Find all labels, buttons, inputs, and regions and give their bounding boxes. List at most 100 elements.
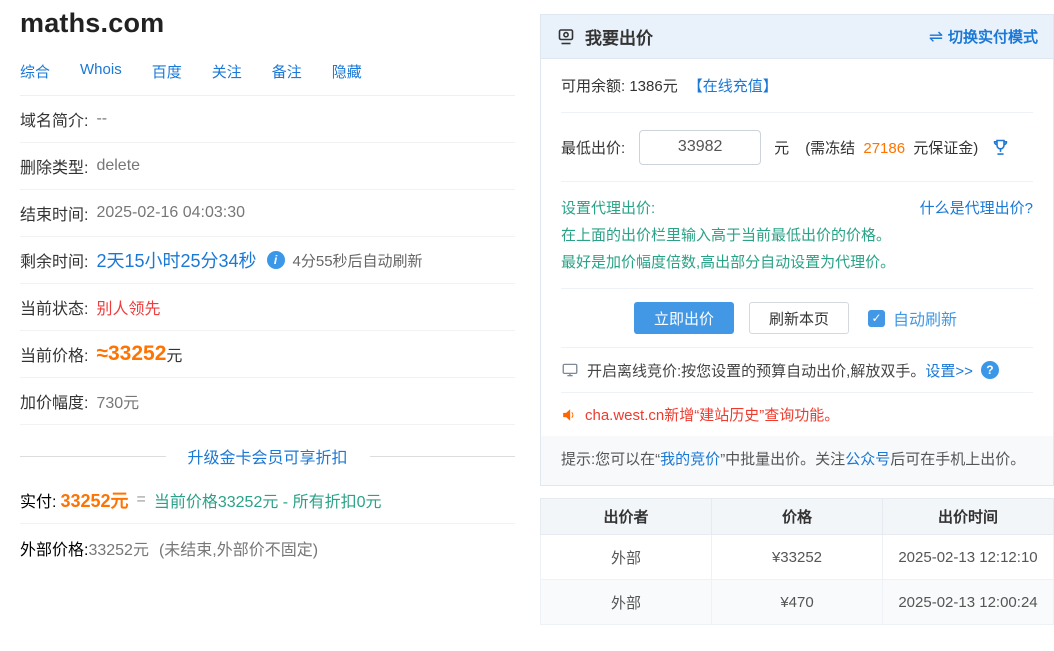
balance-value: 1386元 <box>629 75 677 96</box>
domain-intro-value: -- <box>96 110 107 128</box>
monitor-icon <box>561 361 579 379</box>
row-actual-pay: 实付: 33252元 = 当前价格33252元 - 所有折扣0元 <box>20 477 515 524</box>
page: maths.com 综合 Whois 百度 关注 备注 隐藏 域名简介: -- … <box>0 0 1054 651</box>
end-time-value: 2025-02-16 04:03:30 <box>96 204 245 222</box>
actual-pay-label: 实付: <box>20 488 56 512</box>
offline-bidding-text: 开启离线竞价:按您设置的预算自动出价,解放双手。 <box>587 360 925 381</box>
current-price-value: ≈33252 <box>96 342 166 366</box>
trophy-icon[interactable] <box>990 137 1011 158</box>
tab-hide[interactable]: 隐藏 <box>332 61 362 82</box>
row-delete-type: 删除类型: delete <box>20 143 515 190</box>
current-status-label: 当前状态: <box>20 295 88 319</box>
freeze-amount: 27186 <box>863 140 905 157</box>
freeze-deposit-text: (需冻结 27186 元保证金) <box>805 137 978 158</box>
delete-type-label: 删除类型: <box>20 154 88 178</box>
what-is-proxy-link[interactable]: 什么是代理出价? <box>920 195 1033 222</box>
bidder-cell: 外部 <box>541 535 712 580</box>
question-icon[interactable]: ? <box>981 361 999 379</box>
member-upgrade-divider: 升级金卡会员可享折扣 <box>20 435 515 477</box>
row-current-status: 当前状态: 别人领先 <box>20 284 515 331</box>
proxy-hint-line2: 最好是加价幅度倍数,高出部分自动设置为代理价。 <box>561 249 1033 276</box>
tab-bar: 综合 Whois 百度 关注 备注 隐藏 <box>20 61 515 96</box>
row-external-price: 外部价格: 33252元 (未结束,外部价不固定) <box>20 524 515 571</box>
upgrade-member-link[interactable]: 升级金卡会员可享折扣 <box>188 444 348 468</box>
my-bids-link[interactable]: 我的竞价 <box>660 451 720 468</box>
offline-bidding-row: 开启离线竞价:按您设置的预算自动出价,解放双手。 设置>> ? <box>541 348 1053 392</box>
offline-settings-link[interactable]: 设置>> <box>925 360 973 381</box>
row-domain-intro: 域名简介: -- <box>20 96 515 143</box>
proxy-bid-label: 设置代理出价: <box>561 195 655 222</box>
min-bid-input[interactable] <box>639 130 761 165</box>
current-price-label: 当前价格: <box>20 342 88 366</box>
switch-pay-mode-link[interactable]: ⇌ 切换实付模式 <box>929 26 1038 47</box>
recharge-link[interactable]: 【在线充值】 <box>688 75 778 96</box>
refresh-page-button[interactable]: 刷新本页 <box>749 302 849 334</box>
proxy-bid-section: 设置代理出价: 什么是代理出价? 在上面的出价栏里输入高于当前最低出价的价格。 … <box>541 182 1053 288</box>
switch-pay-mode-label: 切换实付模式 <box>948 26 1038 47</box>
bid-panel: 我要出价 ⇌ 切换实付模式 可用余额: 1386元 【在线充值】 最低出价: 元… <box>540 14 1054 486</box>
end-time-label: 结束时间: <box>20 201 88 225</box>
tab-baidu[interactable]: 百度 <box>152 61 182 82</box>
official-account-link[interactable]: 公众号 <box>845 451 890 468</box>
current-price-unit: 元 <box>166 342 182 366</box>
balance-label: 可用余额: <box>561 75 625 96</box>
table-row: 外部 ¥33252 2025-02-13 12:12:10 <box>541 535 1054 580</box>
external-price-label: 外部价格: <box>20 536 88 560</box>
announcement-row: cha.west.cn新增“建站历史”查询功能。 <box>541 393 1053 436</box>
column-header-time: 出价时间 <box>883 499 1054 535</box>
table-row: 外部 ¥470 2025-02-13 12:00:24 <box>541 580 1054 625</box>
action-buttons-row: 立即出价 刷新本页 ✓ 自动刷新 <box>541 289 1053 347</box>
bid-history-table: 出价者 价格 出价时间 外部 ¥33252 2025-02-13 12:12:1… <box>540 498 1054 625</box>
column-header-price: 价格 <box>712 499 883 535</box>
info-icon[interactable]: i <box>267 251 285 269</box>
table-header-row: 出价者 价格 出价时间 <box>541 499 1054 535</box>
freeze-suffix: 元保证金) <box>913 140 978 157</box>
tab-remark[interactable]: 备注 <box>272 61 302 82</box>
row-increment: 加价幅度: 730元 <box>20 378 515 425</box>
remaining-time-label: 剩余时间: <box>20 248 88 272</box>
freeze-prefix: (需冻结 <box>805 140 855 157</box>
tip-middle: ”中批量出价。关注 <box>720 451 845 468</box>
domain-info-panel: maths.com 综合 Whois 百度 关注 备注 隐藏 域名简介: -- … <box>20 0 515 571</box>
remaining-time-value: 2天15小时25分34秒 <box>96 247 256 273</box>
tab-whois[interactable]: Whois <box>80 61 122 82</box>
proxy-hint-line1: 在上面的出价栏里输入高于当前最低出价的价格。 <box>561 222 1033 249</box>
min-bid-row: 最低出价: 元 (需冻结 27186 元保证金) <box>541 113 1053 181</box>
increment-label: 加价幅度: <box>20 389 88 413</box>
announcement-text[interactable]: cha.west.cn新增“建站历史”查询功能。 <box>585 404 839 425</box>
bidder-cell: 外部 <box>541 580 712 625</box>
auto-refresh-label[interactable]: 自动刷新 <box>893 306 957 330</box>
tip-suffix: 后可在手机上出价。 <box>890 451 1025 468</box>
row-remaining-time: 剩余时间: 2天15小时25分34秒 i 4分55秒后自动刷新 <box>20 237 515 284</box>
actual-pay-formula: 当前价格33252元 - 所有折扣0元 <box>154 488 382 512</box>
tab-overview[interactable]: 综合 <box>20 61 50 82</box>
auto-refresh-note: 4分55秒后自动刷新 <box>293 250 423 271</box>
time-cell: 2025-02-13 12:12:10 <box>883 535 1054 580</box>
price-cell: ¥33252 <box>712 535 883 580</box>
min-bid-label: 最低出价: <box>561 137 625 158</box>
bid-now-button[interactable]: 立即出价 <box>634 302 734 334</box>
price-cell: ¥470 <box>712 580 883 625</box>
balance-row: 可用余额: 1386元 【在线充值】 <box>541 59 1053 112</box>
tip-box: 提示:您可以在“我的竞价”中批量出价。关注公众号后可在手机上出价。 <box>541 436 1053 485</box>
bid-panel-column: 我要出价 ⇌ 切换实付模式 可用余额: 1386元 【在线充值】 最低出价: 元… <box>540 14 1054 625</box>
swap-arrows-icon: ⇌ <box>929 27 943 47</box>
row-current-price: 当前价格: ≈33252 元 <box>20 331 515 378</box>
bid-icon <box>556 27 576 47</box>
bid-panel-header: 我要出价 ⇌ 切换实付模式 <box>541 15 1053 59</box>
time-cell: 2025-02-13 12:00:24 <box>883 580 1054 625</box>
actual-pay-amount: 33252元 <box>60 487 128 513</box>
external-price-note: (未结束,外部价不固定) <box>159 536 318 560</box>
divider-line <box>20 456 166 457</box>
auto-refresh-checkbox[interactable]: ✓ <box>868 310 885 327</box>
external-price-value: 33252元 <box>88 536 149 560</box>
domain-intro-label: 域名简介: <box>20 107 88 131</box>
column-header-bidder: 出价者 <box>541 499 712 535</box>
increment-value: 730元 <box>96 389 139 413</box>
page-title: maths.com <box>20 8 515 39</box>
equals-sign: = <box>137 491 146 509</box>
bid-panel-title: 我要出价 <box>585 24 653 49</box>
current-status-value: 别人领先 <box>96 295 160 319</box>
tab-follow[interactable]: 关注 <box>212 61 242 82</box>
delete-type-value: delete <box>96 157 140 175</box>
